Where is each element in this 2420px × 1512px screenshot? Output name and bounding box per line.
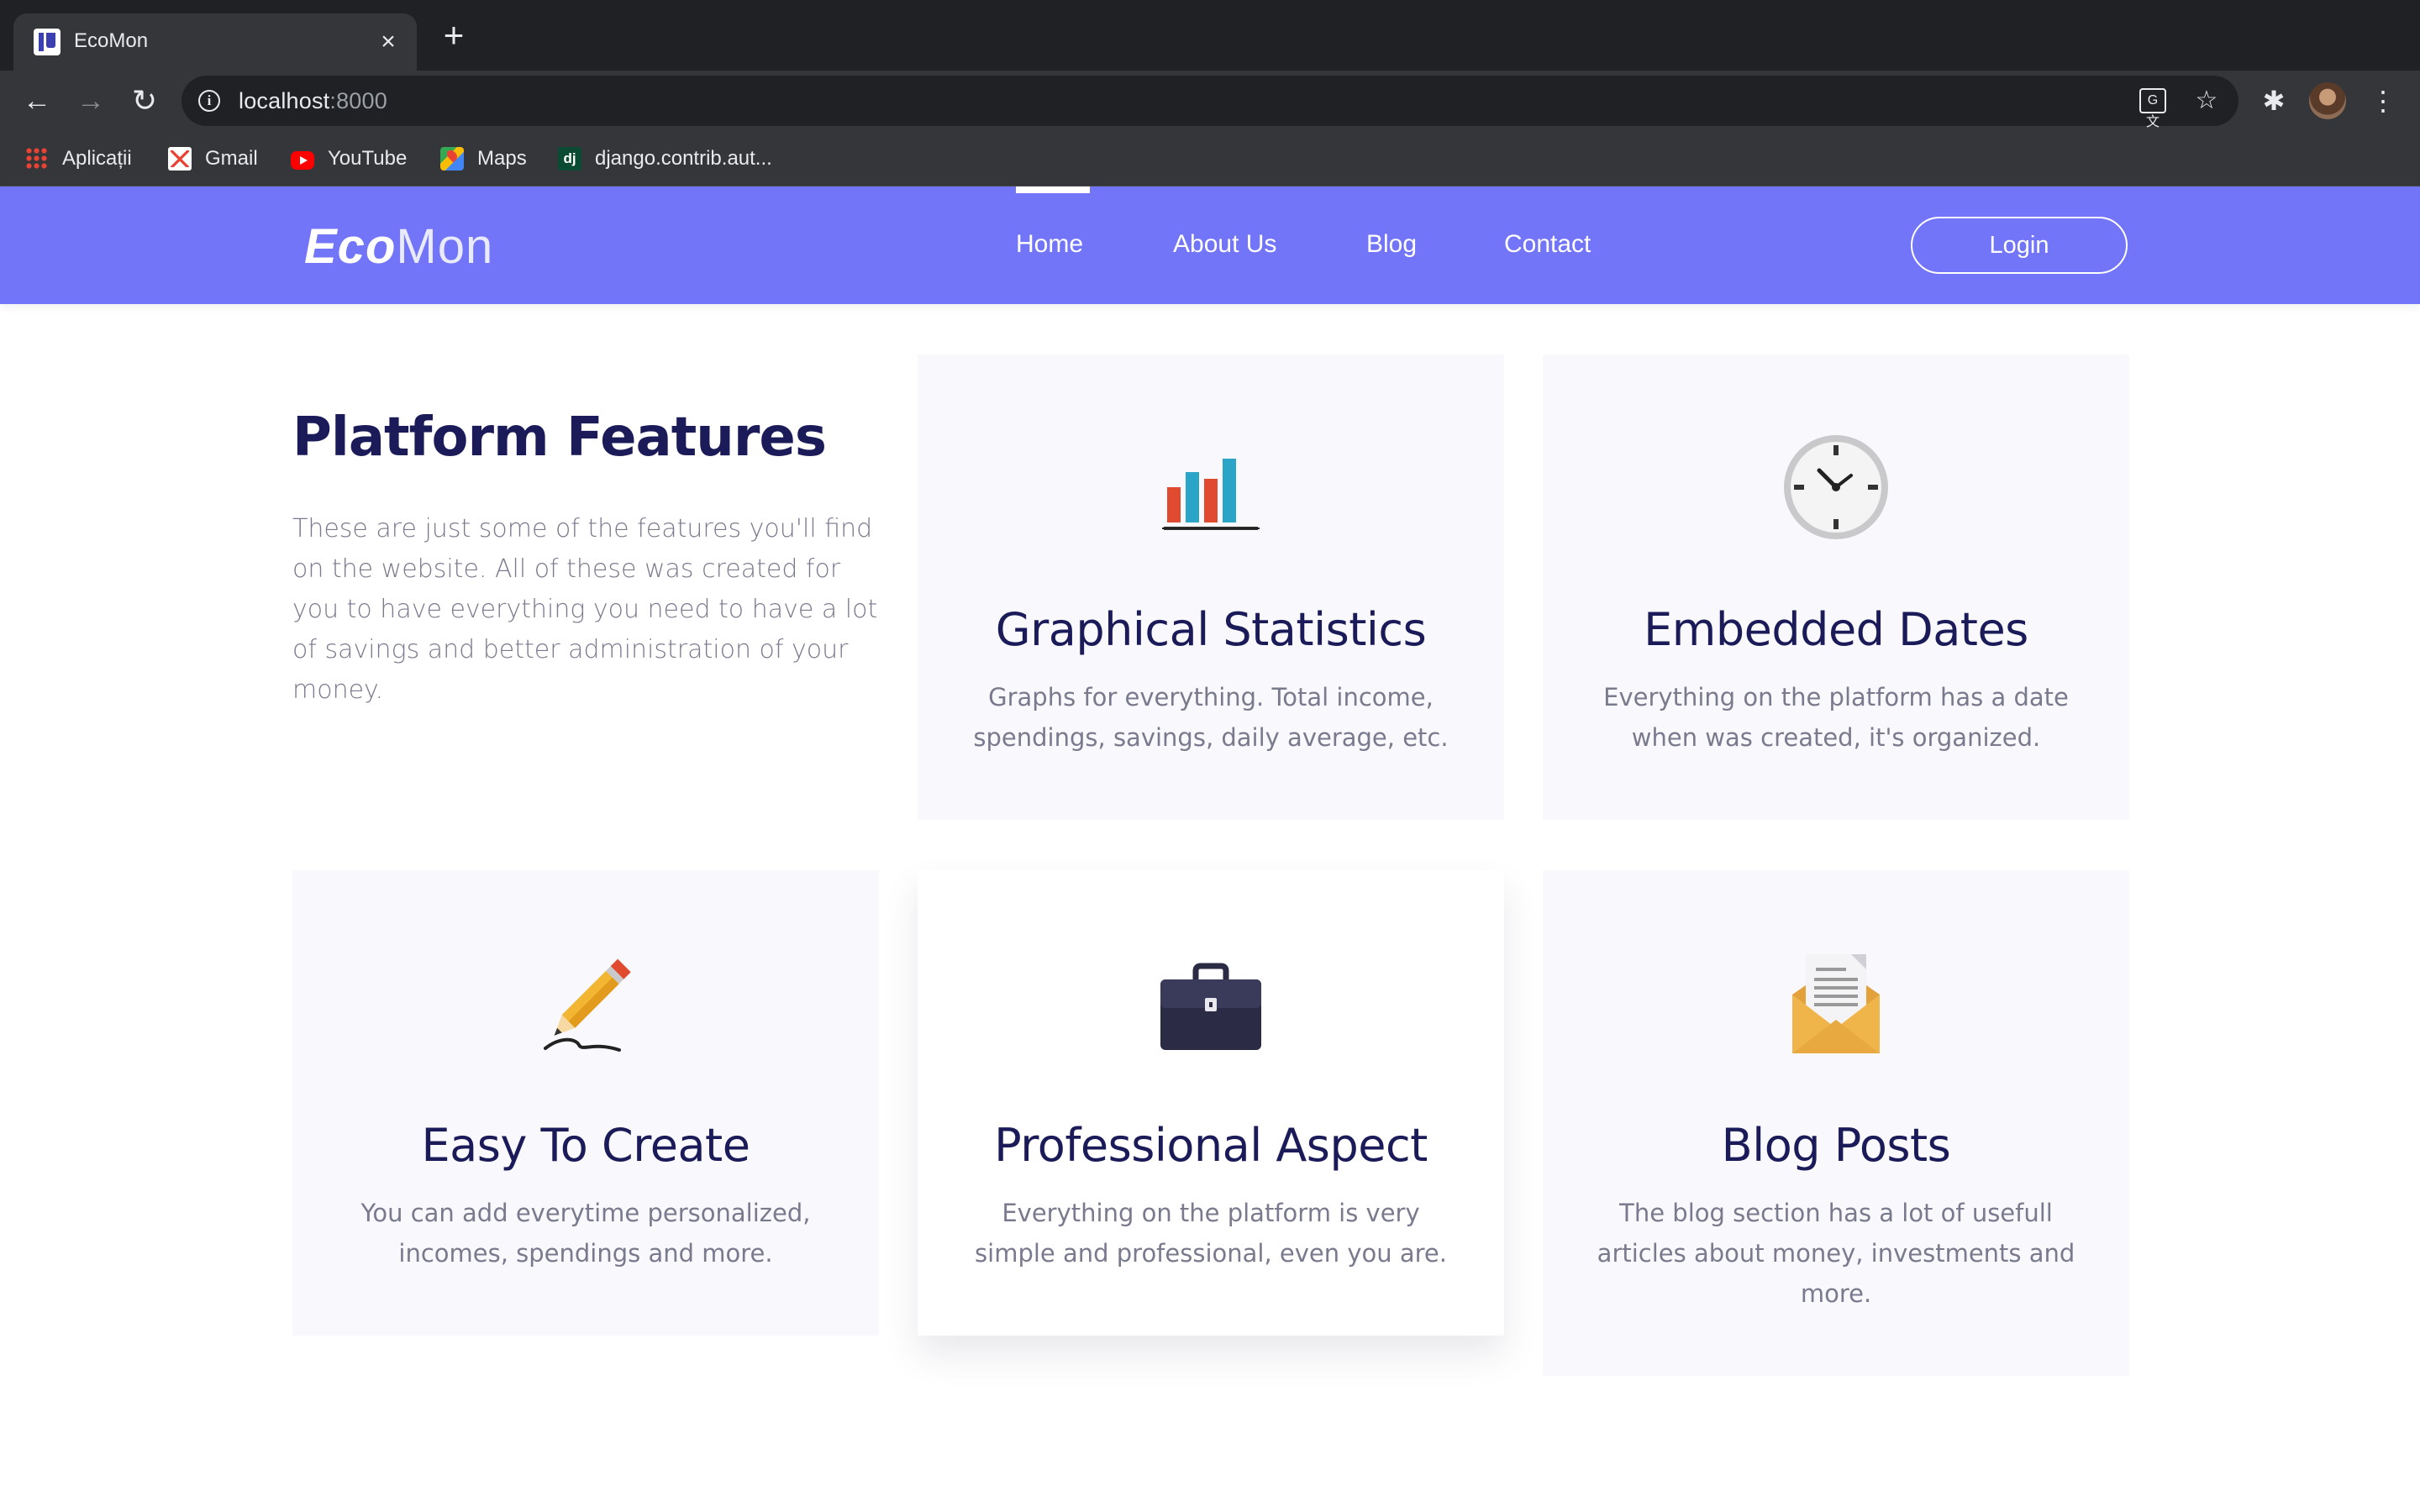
bookmark-django[interactable]: dj django.contrib.aut... — [558, 145, 772, 172]
extensions-icon[interactable]: ✱ — [2255, 82, 2292, 119]
site-favicon-icon — [34, 29, 60, 55]
card-text: Everything on the platform is very simpl… — [975, 1199, 1447, 1268]
gmail-icon — [168, 147, 192, 171]
feature-card-blog-posts: Blog Posts The blog section has a lot of… — [1543, 870, 2129, 1376]
briefcase-icon — [1160, 963, 1261, 1050]
address-bar[interactable]: i localhost:8000 G文 ☆ — [182, 76, 2238, 129]
card-title: Embedded Dates — [1644, 603, 2028, 656]
login-button[interactable]: Login — [1911, 217, 2128, 274]
bookmark-apps[interactable]: Aplicații — [25, 145, 132, 172]
card-title: Graphical Statistics — [995, 603, 1427, 656]
browser-tabstrip: EcoMon × + — [0, 0, 2420, 71]
bookmarks-bar: Aplicații Gmail YouTube Maps dj django.c… — [0, 131, 2420, 186]
site-info-icon[interactable]: i — [198, 90, 220, 112]
envelope-letter-icon — [1792, 954, 1880, 1053]
bookmark-star-icon[interactable]: ☆ — [2191, 86, 2222, 116]
feature-card-easy-to-create: Easy To Create You can add everytime per… — [292, 870, 879, 1336]
bookmark-gmail[interactable]: Gmail — [168, 145, 258, 172]
translate-icon[interactable]: G文 — [2139, 88, 2166, 129]
feature-card-graphical-statistics: Graphical Statistics Graphs for everythi… — [918, 354, 1504, 820]
feature-card-professional-aspect: Professional Aspect Everything on the pl… — [918, 870, 1504, 1336]
card-title: Professional Aspect — [994, 1119, 1428, 1172]
apps-grid-icon — [25, 147, 49, 171]
card-title: Easy To Create — [421, 1119, 750, 1172]
nav-blog[interactable]: Blog — [1366, 230, 1417, 259]
youtube-icon — [291, 150, 314, 170]
bookmark-maps[interactable]: Maps — [440, 145, 527, 172]
nav-contact[interactable]: Contact — [1504, 230, 1591, 259]
card-title: Blog Posts — [1721, 1119, 1951, 1172]
django-icon: dj — [558, 147, 581, 171]
bookmark-label: Gmail — [205, 147, 258, 170]
forward-icon[interactable]: → — [72, 82, 109, 119]
bookmark-label: YouTube — [328, 147, 408, 170]
site-header: EcoMon Home About Us Blog Contact Login — [0, 186, 2420, 304]
url-text[interactable]: localhost:8000 — [239, 88, 387, 114]
clock-icon — [1784, 435, 1888, 539]
bar-chart-icon — [1162, 459, 1260, 530]
card-text: Everything on the platform has a date wh… — [1603, 683, 2069, 752]
bookmark-label: Aplicații — [62, 147, 132, 170]
section-intro: These are just some of the features you'… — [292, 514, 878, 705]
card-text: Graphs for everything. Total income, spe… — [973, 683, 1449, 752]
maps-icon — [440, 147, 464, 171]
reload-icon[interactable]: ↻ — [126, 82, 163, 119]
active-nav-indicator — [1016, 186, 1090, 193]
nav-home[interactable]: Home — [1016, 230, 1083, 259]
bookmark-label: django.contrib.aut... — [595, 147, 772, 170]
menu-kebab-icon[interactable]: ⋮ — [2365, 82, 2402, 119]
browser-tab[interactable]: EcoMon × — [13, 13, 417, 71]
bookmark-label: Maps — [477, 147, 527, 170]
feature-card-embedded-dates: Embedded Dates Everything on the platfor… — [1543, 354, 2129, 820]
profile-avatar[interactable] — [2309, 82, 2346, 119]
close-tab-icon[interactable]: × — [371, 25, 405, 59]
new-tab-icon[interactable]: + — [435, 18, 472, 55]
tab-title: EcoMon — [74, 29, 149, 52]
section-title: Platform Features — [292, 407, 827, 469]
card-text: The blog section has a lot of usefull ar… — [1597, 1199, 2075, 1308]
back-icon[interactable]: ← — [18, 82, 55, 119]
browser-toolbar: ← → ↻ i localhost:8000 G文 ☆ ✱ ⋮ — [0, 71, 2420, 131]
site-logo[interactable]: EcoMon — [304, 218, 493, 275]
bookmark-youtube[interactable]: YouTube — [291, 145, 407, 172]
nav-about-us[interactable]: About Us — [1173, 230, 1276, 259]
card-text: You can add everytime personalized, inco… — [360, 1199, 811, 1268]
pencil-icon — [544, 958, 631, 1052]
